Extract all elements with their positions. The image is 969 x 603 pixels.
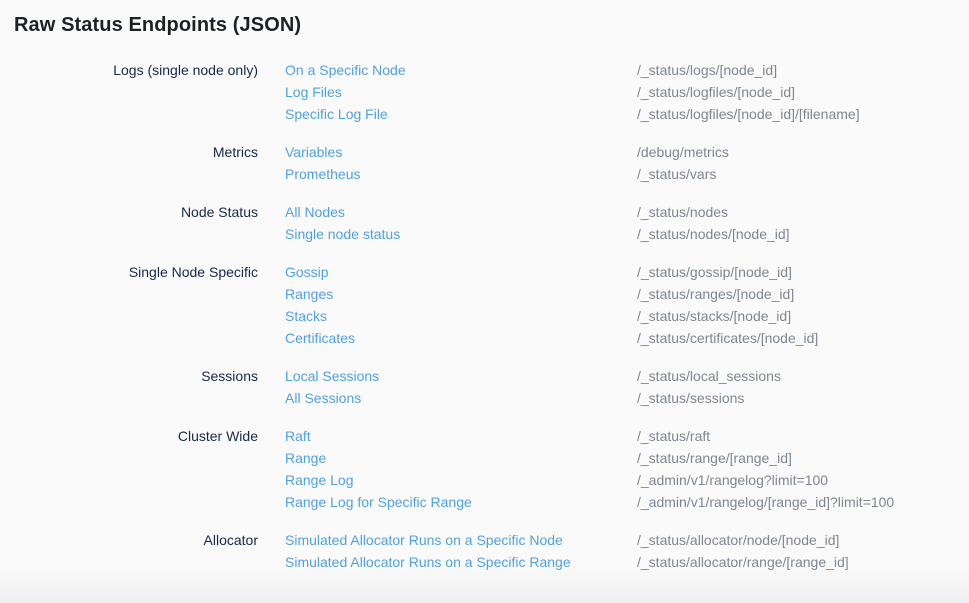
section-rows: Simulated Allocator Runs on a Specific N… xyxy=(258,529,969,573)
endpoint-link[interactable]: On a Specific Node xyxy=(285,59,406,81)
endpoint-link[interactable]: Specific Log File xyxy=(285,103,388,125)
endpoint-link[interactable]: Ranges xyxy=(285,283,333,305)
endpoint-path: /_status/range/[range_id] xyxy=(637,447,969,469)
endpoint-row: Stacks /_status/stacks/[node_id] xyxy=(285,305,969,327)
endpoint-row: Ranges /_status/ranges/[node_id] xyxy=(285,283,969,305)
endpoint-path: /_admin/v1/rangelog?limit=100 xyxy=(637,469,969,491)
endpoint-row: Range Log /_admin/v1/rangelog?limit=100 xyxy=(285,469,969,491)
endpoint-row: Simulated Allocator Runs on a Specific R… xyxy=(285,551,969,573)
endpoint-link[interactable]: Prometheus xyxy=(285,163,360,185)
endpoint-path: /_status/certificates/[node_id] xyxy=(637,327,969,349)
section-rows: On a Specific Node /_status/logs/[node_i… xyxy=(258,59,969,125)
endpoint-row: Local Sessions /_status/local_sessions xyxy=(285,365,969,387)
endpoint-section: Cluster Wide Raft /_status/raft Range /_… xyxy=(14,425,969,513)
endpoint-link[interactable]: Stacks xyxy=(285,305,327,327)
section-rows: Variables /debug/metrics Prometheus /_st… xyxy=(258,141,969,185)
endpoint-row: Simulated Allocator Runs on a Specific N… xyxy=(285,529,969,551)
endpoint-path: /debug/metrics xyxy=(637,141,969,163)
endpoint-path: /_status/ranges/[node_id] xyxy=(637,283,969,305)
endpoint-section: Logs (single node only) On a Specific No… xyxy=(14,59,969,125)
endpoint-row: Single node status /_status/nodes/[node_… xyxy=(285,223,969,245)
section-category-label: Metrics xyxy=(14,141,258,185)
endpoint-row: All Nodes /_status/nodes xyxy=(285,201,969,223)
endpoint-path: /_status/logfiles/[node_id] xyxy=(637,81,969,103)
endpoint-path: /_status/stacks/[node_id] xyxy=(637,305,969,327)
endpoint-link[interactable]: All Sessions xyxy=(285,387,361,409)
endpoint-row: All Sessions /_status/sessions xyxy=(285,387,969,409)
endpoint-link[interactable]: Log Files xyxy=(285,81,342,103)
endpoint-link[interactable]: Variables xyxy=(285,141,342,163)
endpoint-link[interactable]: Range Log for Specific Range xyxy=(285,491,472,513)
endpoint-section: Sessions Local Sessions /_status/local_s… xyxy=(14,365,969,409)
endpoint-section: Single Node Specific Gossip /_status/gos… xyxy=(14,261,969,349)
endpoint-row: Range Log for Specific Range /_admin/v1/… xyxy=(285,491,969,513)
endpoint-link[interactable]: Local Sessions xyxy=(285,365,379,387)
endpoints-table: Logs (single node only) On a Specific No… xyxy=(14,59,969,573)
section-category-label: Allocator xyxy=(14,529,258,573)
endpoint-row: Log Files /_status/logfiles/[node_id] xyxy=(285,81,969,103)
section-category-label: Single Node Specific xyxy=(14,261,258,349)
section-rows: Local Sessions /_status/local_sessions A… xyxy=(258,365,969,409)
endpoint-link[interactable]: Single node status xyxy=(285,223,400,245)
endpoint-link[interactable]: Range xyxy=(285,447,326,469)
endpoint-path: /_status/nodes/[node_id] xyxy=(637,223,969,245)
endpoint-link[interactable]: All Nodes xyxy=(285,201,345,223)
endpoint-path: /_status/gossip/[node_id] xyxy=(637,261,969,283)
endpoint-link[interactable]: Simulated Allocator Runs on a Specific R… xyxy=(285,551,571,573)
endpoint-section: Node Status All Nodes /_status/nodes Sin… xyxy=(14,201,969,245)
section-category-label: Sessions xyxy=(14,365,258,409)
endpoint-row: Range /_status/range/[range_id] xyxy=(285,447,969,469)
endpoint-link[interactable]: Certificates xyxy=(285,327,355,349)
endpoint-row: Gossip /_status/gossip/[node_id] xyxy=(285,261,969,283)
section-category-label: Node Status xyxy=(14,201,258,245)
endpoint-link[interactable]: Simulated Allocator Runs on a Specific N… xyxy=(285,529,563,551)
endpoint-row: Specific Log File /_status/logfiles/[nod… xyxy=(285,103,969,125)
endpoint-row: Certificates /_status/certificates/[node… xyxy=(285,327,969,349)
endpoint-path: /_admin/v1/rangelog/[range_id]?limit=100 xyxy=(637,491,969,513)
endpoint-path: /_status/nodes xyxy=(637,201,969,223)
section-rows: Gossip /_status/gossip/[node_id] Ranges … xyxy=(258,261,969,349)
endpoint-path: /_status/allocator/node/[node_id] xyxy=(637,529,969,551)
endpoint-row: On a Specific Node /_status/logs/[node_i… xyxy=(285,59,969,81)
page-title: Raw Status Endpoints (JSON) xyxy=(14,14,969,37)
endpoint-row: Variables /debug/metrics xyxy=(285,141,969,163)
section-rows: All Nodes /_status/nodes Single node sta… xyxy=(258,201,969,245)
endpoint-link[interactable]: Gossip xyxy=(285,261,329,283)
endpoint-link[interactable]: Range Log xyxy=(285,469,354,491)
endpoint-path: /_status/vars xyxy=(637,163,969,185)
endpoint-link[interactable]: Raft xyxy=(285,425,311,447)
endpoint-path: /_status/raft xyxy=(637,425,969,447)
section-category-label: Cluster Wide xyxy=(14,425,258,513)
section-rows: Raft /_status/raft Range /_status/range/… xyxy=(258,425,969,513)
debug-endpoints-page: Raw Status Endpoints (JSON) Logs (single… xyxy=(0,0,969,603)
endpoint-path: /_status/allocator/range/[range_id] xyxy=(637,551,969,573)
section-category-label: Logs (single node only) xyxy=(14,59,258,125)
endpoint-row: Prometheus /_status/vars xyxy=(285,163,969,185)
endpoint-path: /_status/logs/[node_id] xyxy=(637,59,969,81)
endpoint-path: /_status/local_sessions xyxy=(637,365,969,387)
endpoint-row: Raft /_status/raft xyxy=(285,425,969,447)
endpoint-section: Metrics Variables /debug/metrics Prometh… xyxy=(14,141,969,185)
endpoint-section: Allocator Simulated Allocator Runs on a … xyxy=(14,529,969,573)
endpoint-path: /_status/sessions xyxy=(637,387,969,409)
endpoint-path: /_status/logfiles/[node_id]/[filename] xyxy=(637,103,969,125)
